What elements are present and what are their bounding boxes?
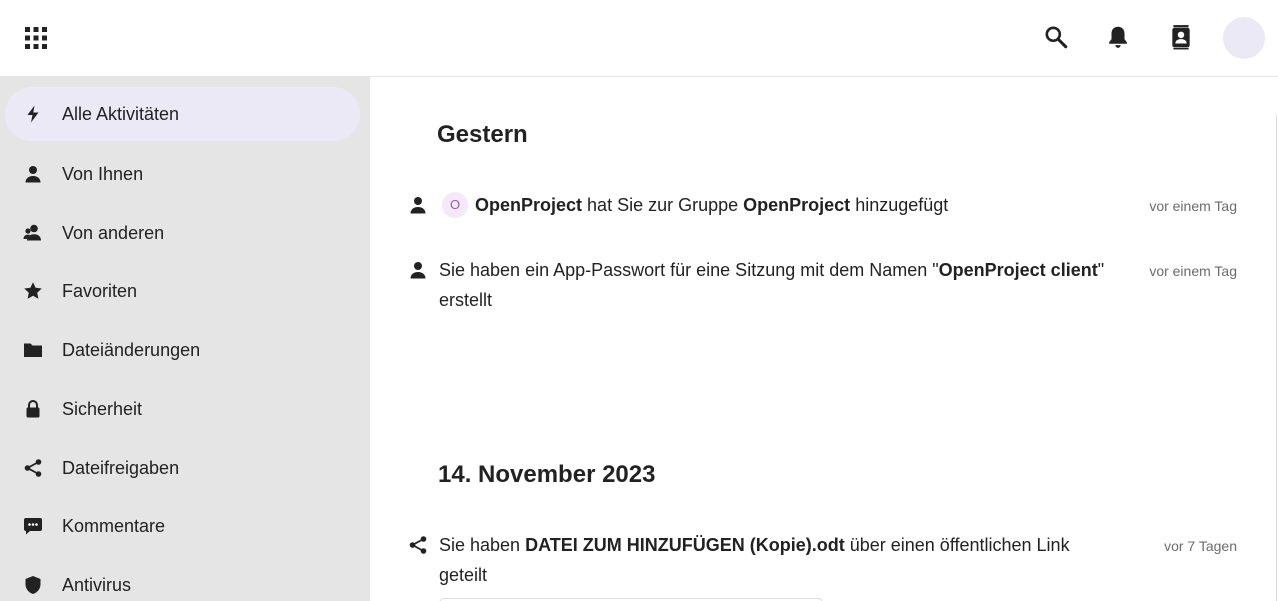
person-icon — [408, 260, 428, 280]
sidebar-item-label: Dateifreigaben — [62, 457, 180, 478]
activity-time: vor 7 Tagen — [1164, 538, 1237, 554]
activity-stream — [370, 77, 1278, 601]
activity-text: Sie haben DATEI ZUM HINZUFÜGEN (Kopie).o… — [439, 535, 1070, 585]
sidebar-item-von-ihnen[interactable]: Von Ihnen — [5, 147, 360, 201]
sidebar: Alle Aktivitäten Von Ihnen Von anderen F… — [0, 77, 370, 601]
activity-time: vor einem Tag — [1149, 263, 1237, 279]
sidebar-item-label: Sicherheit — [62, 398, 143, 419]
lock-icon — [23, 399, 43, 419]
sidebar-item-label: Alle Aktivitäten — [62, 103, 180, 124]
file-link[interactable]: DATEI ZUM HINZUFÜGEN (Kopie).odt — [525, 535, 845, 555]
sidebar-item-label: Favoriten — [62, 280, 138, 301]
sidebar-item-label: Von anderen — [62, 222, 165, 243]
grid-icon[interactable] — [24, 26, 48, 50]
sidebar-item-dateiaenderungen[interactable]: Dateiänderungen — [5, 323, 360, 377]
sidebar-item-von-anderen[interactable]: Von anderen — [5, 206, 360, 260]
sidebar-item-dateifreigaben[interactable]: Dateifreigaben — [5, 441, 360, 495]
search-icon[interactable] — [1043, 24, 1069, 50]
people-icon — [23, 223, 43, 243]
activity-time: vor einem Tag — [1149, 198, 1237, 214]
star-icon — [23, 281, 43, 301]
sidebar-item-label: Von Ihnen — [62, 163, 144, 184]
activity-text: Sie haben ein App-Passwort für eine Sitz… — [439, 260, 1105, 310]
actor-link[interactable]: OpenProject — [475, 195, 582, 215]
person-icon — [408, 195, 428, 215]
sidebar-item-sicherheit[interactable]: Sicherheit — [5, 382, 360, 436]
user-avatar[interactable] — [1223, 17, 1265, 59]
person-icon — [23, 164, 43, 184]
group-name: OpenProject — [743, 195, 851, 215]
lightning-icon — [23, 104, 43, 124]
actor-avatar[interactable]: O — [442, 191, 468, 218]
session-name: OpenProject client — [938, 260, 1098, 280]
scrollbar-track[interactable] — [1276, 115, 1277, 601]
sidebar-item-favoriten[interactable]: Favoriten — [5, 264, 360, 318]
sidebar-item-label: Dateiänderungen — [62, 339, 201, 360]
contacts-icon[interactable] — [1168, 24, 1194, 50]
top-header — [0, 0, 1278, 77]
comment-icon — [23, 516, 43, 536]
share-icon — [408, 535, 428, 555]
sidebar-item-alle-aktivitaeten[interactable]: Alle Aktivitäten — [5, 87, 360, 141]
sidebar-item-antivirus[interactable]: Antivirus — [5, 558, 360, 601]
shield-icon — [23, 575, 43, 595]
sidebar-item-label: Kommentare — [62, 515, 166, 536]
sidebar-item-kommentare[interactable]: Kommentare — [5, 499, 360, 553]
section-heading: Gestern — [437, 121, 528, 148]
section-heading: 14. November 2023 — [438, 461, 656, 488]
bell-icon[interactable] — [1105, 24, 1131, 50]
share-icon — [23, 458, 43, 478]
activity-text: O OpenProject hat Sie zur Gruppe OpenProj… — [442, 190, 1132, 220]
sidebar-item-label: Antivirus — [62, 574, 132, 595]
folder-icon — [23, 340, 43, 360]
